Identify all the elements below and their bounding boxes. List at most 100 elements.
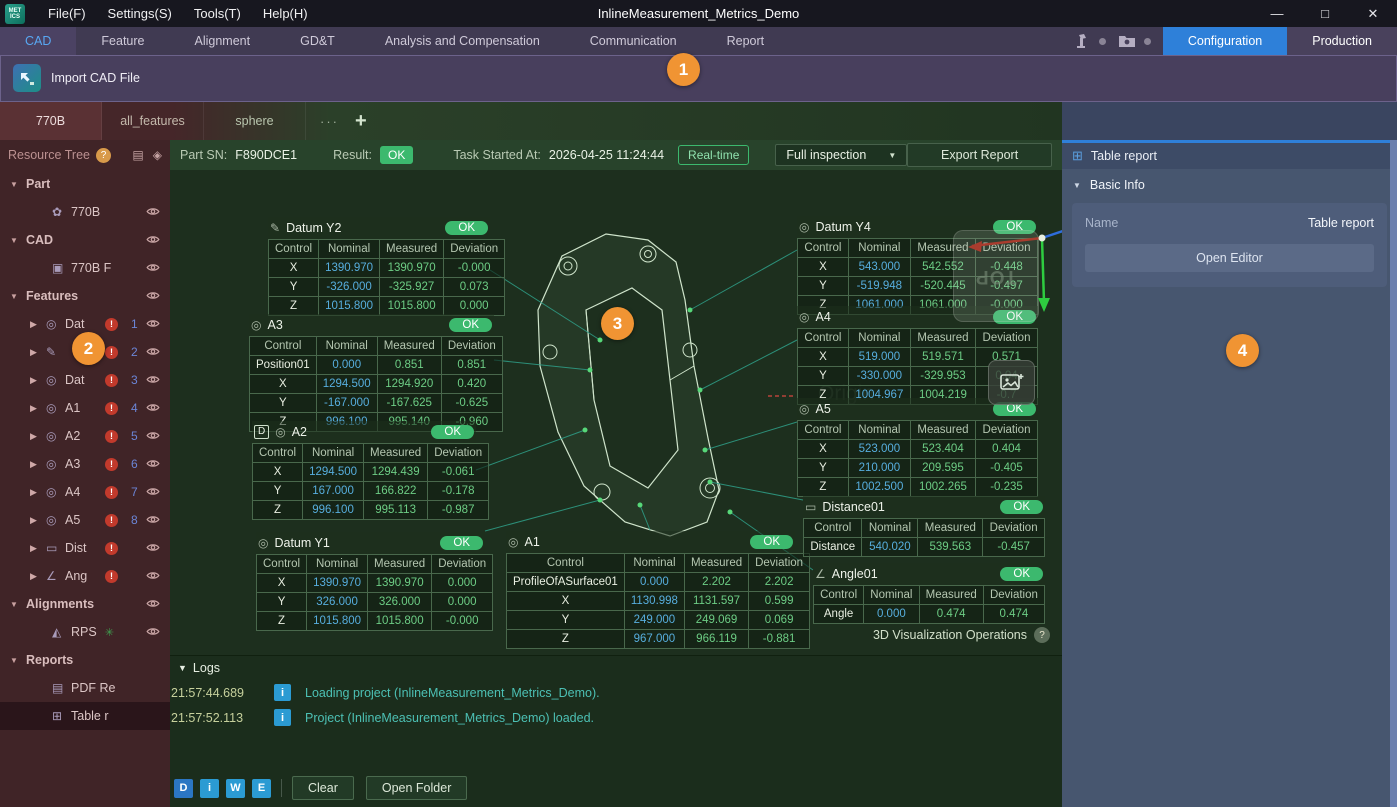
log-filter-i[interactable]: i — [200, 779, 219, 798]
table-row: ProfileOfASurface010.0002.2022.202 — [507, 573, 810, 592]
tree-section-cad[interactable]: ▼CAD — [0, 226, 170, 254]
logs-header[interactable]: ▼ Logs — [170, 656, 1062, 680]
tree-item-ang[interactable]: ▶∠Ang! — [0, 562, 170, 590]
measure-table-a2: D◎A2OKControlNominalMeasuredDeviationX12… — [252, 421, 476, 520]
basic-info-section[interactable]: ▼ Basic Info — [1062, 169, 1397, 201]
scrollbar[interactable] — [1390, 140, 1397, 807]
document-check-icon[interactable]: ▤ — [132, 148, 143, 162]
production-button[interactable]: Production — [1287, 27, 1397, 55]
doc-tab-770b[interactable]: 770B — [0, 102, 102, 140]
logs-footer: DiWE Clear Open Folder — [174, 776, 479, 800]
tree-item-pdf-re[interactable]: ▤PDF Re — [0, 674, 170, 702]
eye-icon[interactable] — [146, 626, 160, 640]
folder-icon[interactable] — [1118, 34, 1136, 48]
eye-icon[interactable] — [146, 486, 160, 500]
tree-item-rps[interactable]: ◭RPS✳ — [0, 618, 170, 646]
eye-icon[interactable] — [146, 542, 160, 556]
log-list: 21:57:44.689iLoading project (InlineMeas… — [170, 680, 1062, 730]
tab-overflow-button[interactable]: ··· — [320, 114, 339, 129]
table-row: Z967.000966.119-0.881 — [507, 630, 810, 649]
caret-down-icon[interactable]: ▼ — [10, 600, 26, 609]
help-badge[interactable]: ? — [96, 148, 111, 163]
menu-file-f[interactable]: File(F) — [37, 0, 97, 27]
configuration-button[interactable]: Configuration — [1163, 27, 1287, 55]
tab-communication[interactable]: Communication — [565, 27, 702, 55]
view-cube[interactable]: TOP — [953, 230, 1039, 322]
tab-feature[interactable]: Feature — [76, 27, 169, 55]
eye-icon[interactable] — [146, 598, 160, 612]
log-filter-e[interactable]: E — [252, 779, 271, 798]
maximize-button[interactable]: □ — [1301, 0, 1349, 27]
eye-icon[interactable] — [146, 262, 160, 276]
tree-item-table-r[interactable]: ⊞Table r — [0, 702, 170, 730]
caret-down-icon[interactable]: ▼ — [10, 180, 26, 189]
tree-section-reports[interactable]: ▼Reports — [0, 646, 170, 674]
add-tab-button[interactable]: + — [355, 110, 367, 133]
tree-item-dat[interactable]: ▶◎Dat!3 — [0, 366, 170, 394]
caret-right-icon[interactable]: ▶ — [30, 487, 46, 498]
tree-item-a4[interactable]: ▶◎A4!7 — [0, 478, 170, 506]
log-filter-d[interactable]: D — [174, 779, 193, 798]
tab-cad[interactable]: CAD — [0, 27, 76, 55]
clear-logs-button[interactable]: Clear — [292, 776, 354, 800]
eye-icon[interactable] — [146, 514, 160, 528]
caret-right-icon[interactable]: ▶ — [30, 319, 46, 330]
eye-icon[interactable] — [146, 234, 160, 248]
import-cad-icon — [13, 64, 41, 92]
tree-item-a1[interactable]: ▶◎A1!4 — [0, 394, 170, 422]
operations-help-icon[interactable]: ? — [1034, 627, 1050, 643]
open-folder-button[interactable]: Open Folder — [366, 776, 467, 800]
log-filter-w[interactable]: W — [226, 779, 245, 798]
open-editor-button[interactable]: Open Editor — [1085, 244, 1374, 272]
menu-settings-s[interactable]: Settings(S) — [97, 0, 183, 27]
eye-icon[interactable] — [146, 402, 160, 416]
eye-icon[interactable] — [146, 318, 160, 332]
tree-item-a3[interactable]: ▶◎A3!6 — [0, 450, 170, 478]
caret-right-icon[interactable]: ▶ — [30, 403, 46, 414]
eye-icon[interactable] — [146, 290, 160, 304]
eye-icon[interactable] — [146, 458, 160, 472]
table-row: Y210.000209.595-0.405 — [798, 459, 1038, 478]
snapshot-image-icon[interactable] — [988, 360, 1035, 405]
caret-right-icon[interactable]: ▶ — [30, 431, 46, 442]
close-button[interactable]: ✕ — [1349, 0, 1397, 27]
inspection-mode-dropdown[interactable]: Full inspection ▼ — [775, 144, 907, 166]
tab-gd-t[interactable]: GD&T — [275, 27, 360, 55]
caret-down-icon[interactable]: ▼ — [10, 656, 26, 665]
tree-item-770b[interactable]: ✿770B — [0, 198, 170, 226]
export-report-button[interactable]: Export Report — [907, 143, 1052, 167]
tree-section-features[interactable]: ▼Features — [0, 282, 170, 310]
doc-tab-all-features[interactable]: all_features — [102, 102, 204, 140]
layers-icon[interactable]: ◈ — [153, 148, 162, 162]
eye-icon[interactable] — [146, 346, 160, 360]
tree-section-alignments[interactable]: ▼Alignments — [0, 590, 170, 618]
eye-icon[interactable] — [146, 206, 160, 220]
scene-3d[interactable]: Origin TOP ✎Datum Y2OKControlNominalMeas… — [170, 170, 1062, 655]
menu-help-h[interactable]: Help(H) — [252, 0, 319, 27]
import-cad-button[interactable]: Import CAD File — [13, 64, 1396, 92]
tree-item-a5[interactable]: ▶◎A5!8 — [0, 506, 170, 534]
eye-icon[interactable] — [146, 374, 160, 388]
tab-alignment[interactable]: Alignment — [170, 27, 276, 55]
tree-section-part[interactable]: ▼Part — [0, 170, 170, 198]
tree-item-a2[interactable]: ▶◎A2!5 — [0, 422, 170, 450]
tree-item-770b-f[interactable]: ▣770B F — [0, 254, 170, 282]
probe-sensor-icon[interactable] — [1073, 33, 1091, 49]
measure-table-a3: ◎A3OKControlNominalMeasuredDeviationPosi… — [249, 314, 494, 432]
eye-icon[interactable] — [146, 430, 160, 444]
tab-analysis-and-compensation[interactable]: Analysis and Compensation — [360, 27, 565, 55]
menu-tools-t[interactable]: Tools(T) — [183, 0, 252, 27]
eye-icon[interactable] — [146, 570, 160, 584]
caret-down-icon[interactable]: ▼ — [10, 236, 26, 245]
caret-right-icon[interactable]: ▶ — [30, 543, 46, 554]
caret-down-icon[interactable]: ▼ — [10, 292, 26, 301]
doc-tab-sphere[interactable]: sphere — [204, 102, 306, 140]
minimize-button[interactable]: — — [1253, 0, 1301, 27]
caret-right-icon[interactable]: ▶ — [30, 515, 46, 526]
caret-right-icon[interactable]: ▶ — [30, 459, 46, 470]
caret-right-icon[interactable]: ▶ — [30, 571, 46, 582]
tree-item-dist[interactable]: ▶▭Dist! — [0, 534, 170, 562]
tab-report[interactable]: Report — [702, 27, 790, 55]
caret-right-icon[interactable]: ▶ — [30, 347, 46, 358]
caret-right-icon[interactable]: ▶ — [30, 375, 46, 386]
